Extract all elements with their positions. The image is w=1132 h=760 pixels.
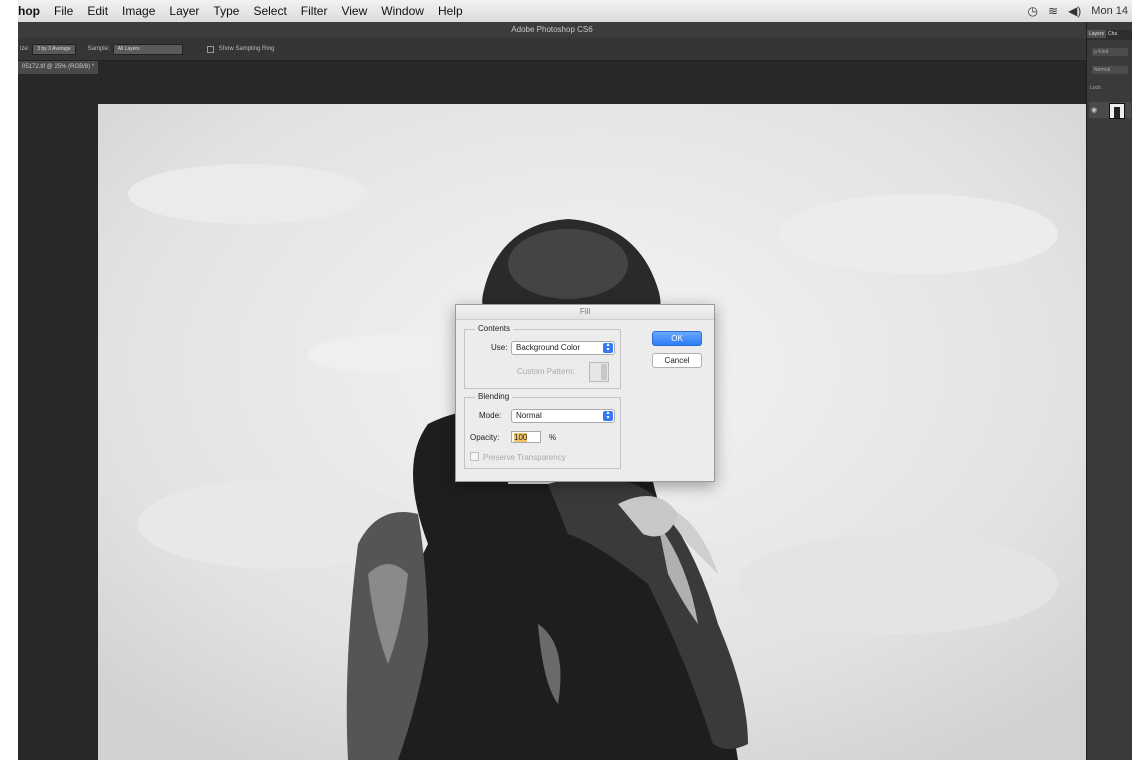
preserve-transparency-label: Preserve Transparency bbox=[483, 453, 566, 462]
contents-group-label: Contents bbox=[475, 324, 514, 333]
tab-layers[interactable]: Layers bbox=[1087, 30, 1107, 38]
menu-layer[interactable]: Layer bbox=[169, 4, 199, 18]
volume-icon[interactable]: ◀︎) bbox=[1068, 4, 1081, 18]
menu-edit[interactable]: Edit bbox=[87, 4, 108, 18]
custom-pattern-picker bbox=[589, 362, 609, 382]
opacity-unit: % bbox=[549, 433, 557, 442]
layer-blend-mode[interactable]: Normal bbox=[1092, 66, 1128, 74]
layer-row[interactable]: ◉ bbox=[1089, 102, 1131, 119]
opacity-label: Opacity: bbox=[470, 433, 500, 442]
mode-select-value: Normal bbox=[516, 411, 542, 420]
menu-window[interactable]: Window bbox=[381, 4, 424, 18]
visibility-eye-icon[interactable]: ◉ bbox=[1091, 106, 1097, 114]
use-select-value: Background Color bbox=[516, 343, 581, 352]
menu-file[interactable]: File bbox=[54, 4, 73, 18]
tab-channels[interactable]: Cha bbox=[1106, 30, 1119, 38]
menu-filter[interactable]: Filter bbox=[301, 4, 328, 18]
document-tab[interactable]: 05172.tif @ 25% (RGB/8) * bbox=[18, 61, 99, 74]
sample-size-label: ize: bbox=[20, 46, 30, 52]
app-title: Adobe Photoshop CS6 bbox=[511, 25, 593, 34]
opacity-input[interactable]: 100 bbox=[511, 431, 541, 443]
options-bar: ize: 3 by 3 Average Sample: All Layers S… bbox=[18, 38, 1086, 61]
menu-help[interactable]: Help bbox=[438, 4, 463, 18]
mode-label: Mode: bbox=[479, 411, 502, 420]
document-tab-bar: 05172.tif @ 25% (RGB/8) * bbox=[18, 61, 1086, 74]
screen: hop File Edit Image Layer Type Select Fi… bbox=[18, 0, 1132, 760]
use-label: Use: bbox=[491, 343, 508, 352]
menu-select[interactable]: Select bbox=[253, 4, 286, 18]
ok-button[interactable]: OK bbox=[652, 331, 702, 346]
app-menu[interactable]: hop bbox=[18, 4, 40, 18]
sample-label: Sample: bbox=[87, 46, 110, 52]
opacity-value: 100 bbox=[514, 433, 528, 442]
sample-select[interactable]: All Layers bbox=[112, 43, 183, 55]
chevron-updown-icon: ▴ ▾ bbox=[603, 410, 613, 421]
chevron-updown-icon: ▴ ▾ bbox=[603, 342, 613, 353]
document-tab-label: 05172.tif @ 25% (RGB/8) * bbox=[22, 64, 95, 70]
time-machine-icon[interactable]: ◷ bbox=[1028, 4, 1038, 18]
cancel-button[interactable]: Cancel bbox=[652, 353, 702, 368]
layer-kind-filter[interactable]: ρ Kind bbox=[1092, 48, 1128, 56]
sampling-ring-label: Show Sampling Ring bbox=[218, 46, 275, 52]
use-select[interactable]: Background Color ▴ ▾ bbox=[511, 341, 615, 355]
layers-panel: Layers Cha ρ Kind Normal Lock: ◉ bbox=[1086, 22, 1132, 760]
lock-label: Lock: bbox=[1090, 85, 1102, 91]
checkbox-icon bbox=[470, 452, 479, 461]
app-title-bar: Adobe Photoshop CS6 bbox=[18, 22, 1086, 38]
custom-pattern-label: Custom Pattern: bbox=[517, 367, 575, 376]
clock[interactable]: Mon 14 bbox=[1091, 5, 1128, 17]
blending-group: Blending Mode: Normal ▴ ▾ Opacity: 100 % … bbox=[464, 392, 621, 469]
preserve-transparency-checkbox: Preserve Transparency bbox=[470, 452, 566, 462]
menu-type[interactable]: Type bbox=[213, 4, 239, 18]
sampling-ring-checkbox[interactable] bbox=[206, 45, 214, 53]
menu-bar: hop File Edit Image Layer Type Select Fi… bbox=[18, 0, 1132, 23]
panel-tabs: Layers Cha bbox=[1087, 30, 1132, 40]
contents-group: Contents Use: Background Color ▴ ▾ Custom… bbox=[464, 324, 621, 389]
wifi-icon[interactable]: ≋ bbox=[1048, 4, 1058, 18]
status-area: ◷ ≋ ◀︎) Mon 14 bbox=[1028, 0, 1128, 22]
menu-view[interactable]: View bbox=[341, 4, 367, 18]
mode-select[interactable]: Normal ▴ ▾ bbox=[511, 409, 615, 423]
blending-group-label: Blending bbox=[475, 392, 513, 401]
sample-size-select[interactable]: 3 by 3 Average bbox=[32, 43, 76, 55]
dialog-title: Fill bbox=[456, 305, 714, 320]
fill-dialog: Fill Contents Use: Background Color ▴ ▾ C… bbox=[455, 304, 715, 482]
layer-thumbnail bbox=[1109, 103, 1125, 119]
menu-image[interactable]: Image bbox=[122, 4, 155, 18]
